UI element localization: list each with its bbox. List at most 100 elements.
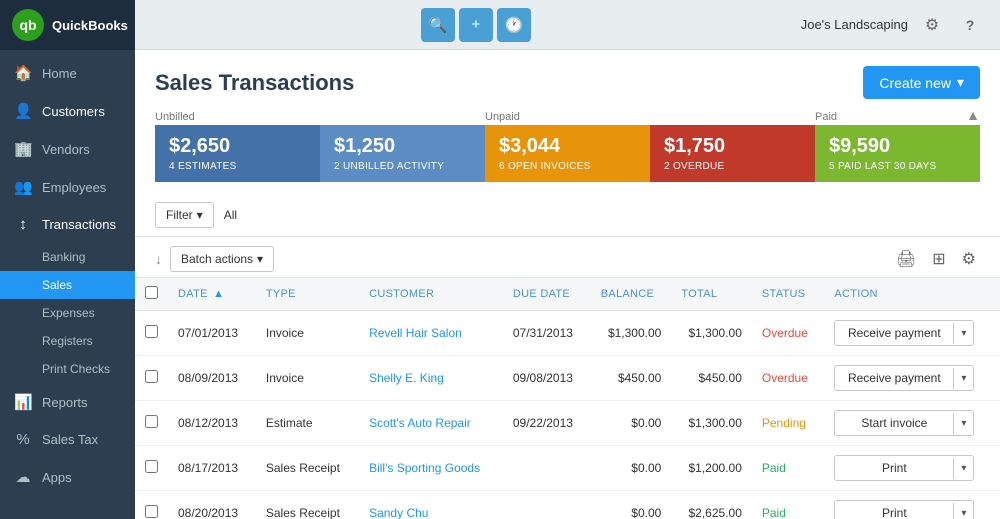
row-status-4: Paid (752, 491, 824, 519)
row-status-1: Overdue (752, 356, 824, 401)
help-icon: ? (966, 17, 975, 33)
row-due-date-0: 07/31/2013 (503, 311, 591, 356)
sidebar-item-apps[interactable]: ☁ Apps (0, 458, 135, 496)
export-button[interactable]: ⊞ (928, 245, 949, 273)
row-status-2: Pending (752, 401, 824, 446)
clock-icon: 🕐 (505, 16, 524, 34)
gear-icon: ⚙ (962, 251, 976, 268)
topbar-actions: 🔍 + 🕐 (421, 8, 531, 42)
header-balance: BALANCE (591, 278, 672, 311)
row-date-3: 08/17/2013 (168, 446, 256, 491)
sidebar-item-employees[interactable]: 👥 Employees (0, 168, 135, 206)
unbilled-activity-amount: $1,250 (334, 135, 471, 158)
sidebar-sub-banking[interactable]: Banking (0, 243, 135, 271)
sidebar-sub-expenses[interactable]: Expenses (0, 299, 135, 327)
row-select-1[interactable] (145, 370, 158, 383)
row-checkbox-2[interactable] (135, 401, 168, 446)
row-action-arrow-1[interactable]: ▾ (953, 368, 973, 389)
row-checkbox-0[interactable] (135, 311, 168, 356)
add-button[interactable]: + (459, 8, 493, 42)
sidebar-sub-registers[interactable]: Registers (0, 327, 135, 355)
summary-card-unbilled-activity[interactable]: $1,250 2 UNBILLED ACTIVITY (320, 125, 485, 182)
collapse-summary-button[interactable]: ▲ (966, 107, 980, 123)
create-new-button[interactable]: Create new ▾ (863, 66, 980, 99)
row-customer-3[interactable]: Bill's Sporting Goods (359, 446, 503, 491)
row-action-arrow-3[interactable]: ▾ (953, 458, 973, 479)
row-action-arrow-0[interactable]: ▾ (953, 323, 973, 344)
page-header: Sales Transactions Create new ▾ (135, 50, 1000, 111)
settings-button[interactable]: ⚙ (918, 11, 946, 39)
transactions-table: DATE ▲ TYPE CUSTOMER DUE DATE BALANCE (135, 277, 1000, 519)
estimates-sub: 4 ESTIMATES (169, 161, 306, 172)
row-action-btn-4[interactable]: Print (835, 501, 953, 519)
sidebar-item-home[interactable]: 🏠 Home (0, 54, 135, 92)
row-select-2[interactable] (145, 415, 158, 428)
table-row: 08/20/2013 Sales Receipt Sandy Chu $0.00… (135, 491, 1000, 519)
table-row: 08/17/2013 Sales Receipt Bill's Sporting… (135, 446, 1000, 491)
create-new-arrow-icon: ▾ (957, 74, 964, 91)
customers-icon: 👤 (14, 102, 32, 120)
row-select-0[interactable] (145, 325, 158, 338)
header-checkbox[interactable] (135, 278, 168, 311)
paid-sub: 5 PAID LAST 30 DAYS (829, 161, 966, 172)
row-due-date-1: 09/08/2013 (503, 356, 591, 401)
sidebar-item-customers-label: Customers (42, 104, 105, 119)
batch-actions-button[interactable]: Batch actions ▾ (170, 246, 274, 272)
row-total-1: $450.00 (671, 356, 752, 401)
row-action-dropdown-2: Start invoice ▾ (834, 410, 974, 436)
filter-button[interactable]: Filter ▾ (155, 202, 214, 228)
row-select-4[interactable] (145, 505, 158, 518)
row-customer-2[interactable]: Scott's Auto Repair (359, 401, 503, 446)
topbar: 🔍 + 🕐 Joe's Landscaping ⚙ ? (135, 0, 1000, 50)
table-row: 08/12/2013 Estimate Scott's Auto Repair … (135, 401, 1000, 446)
summary-card-overdue[interactable]: $1,750 2 OVERDUE (650, 125, 815, 182)
overdue-sub: 2 OVERDUE (664, 161, 801, 172)
sidebar-sub-sales[interactable]: Sales (0, 271, 135, 299)
sidebar-item-transactions[interactable]: ↕ Transactions (0, 206, 135, 243)
row-checkbox-3[interactable] (135, 446, 168, 491)
summary-card-paid[interactable]: $9,590 5 PAID LAST 30 DAYS (815, 125, 980, 182)
sidebar-item-sales-tax[interactable]: % Sales Tax (0, 421, 135, 458)
row-type-4: Sales Receipt (256, 491, 359, 519)
row-action-dropdown-0: Receive payment ▾ (834, 320, 974, 346)
row-action-arrow-4[interactable]: ▾ (953, 503, 973, 519)
print-table-button[interactable]: 🖨 (892, 245, 920, 273)
apps-icon: ☁ (14, 468, 32, 486)
row-action-dropdown-1: Receive payment ▾ (834, 365, 974, 391)
sidebar-sub-print-checks[interactable]: Print Checks (0, 355, 135, 383)
select-all-checkbox[interactable] (145, 286, 158, 299)
summary-card-estimates[interactable]: $2,650 4 ESTIMATES (155, 125, 320, 182)
overdue-amount: $1,750 (664, 135, 801, 158)
row-action-dropdown-4: Print ▾ (834, 500, 974, 519)
help-button[interactable]: ? (956, 11, 984, 39)
search-button[interactable]: 🔍 (421, 8, 455, 42)
clock-button[interactable]: 🕐 (497, 8, 531, 42)
row-customer-0[interactable]: Revell Hair Salon (359, 311, 503, 356)
row-action-btn-3[interactable]: Print (835, 456, 953, 480)
row-action-btn-2[interactable]: Start invoice (835, 411, 953, 435)
sidebar-item-customers[interactable]: 👤 Customers (0, 92, 135, 130)
page-title: Sales Transactions (155, 70, 354, 96)
row-checkbox-4[interactable] (135, 491, 168, 519)
table-settings-button[interactable]: ⚙ (958, 245, 980, 273)
sidebar-item-vendors[interactable]: 🏢 Vendors (0, 130, 135, 168)
row-type-3: Sales Receipt (256, 446, 359, 491)
row-select-3[interactable] (145, 460, 158, 473)
row-status-0: Overdue (752, 311, 824, 356)
sidebar-item-reports[interactable]: 📊 Reports (0, 383, 135, 421)
plus-icon: + (471, 16, 480, 33)
row-status-3: Paid (752, 446, 824, 491)
row-action-btn-0[interactable]: Receive payment (835, 321, 953, 345)
reports-icon: 📊 (14, 393, 32, 411)
row-checkbox-1[interactable] (135, 356, 168, 401)
row-action-arrow-2[interactable]: ▾ (953, 413, 973, 434)
row-balance-2: $0.00 (591, 401, 672, 446)
summary-card-open-invoices[interactable]: $3,044 6 OPEN INVOICES (485, 125, 650, 182)
row-action-btn-1[interactable]: Receive payment (835, 366, 953, 390)
row-action-4: Print ▾ (824, 491, 1000, 519)
row-customer-1[interactable]: Shelly E. King (359, 356, 503, 401)
row-customer-4[interactable]: Sandy Chu (359, 491, 503, 519)
header-date[interactable]: DATE ▲ (168, 278, 256, 311)
topbar-right: Joe's Landscaping ⚙ ? (801, 11, 984, 39)
row-balance-4: $0.00 (591, 491, 672, 519)
